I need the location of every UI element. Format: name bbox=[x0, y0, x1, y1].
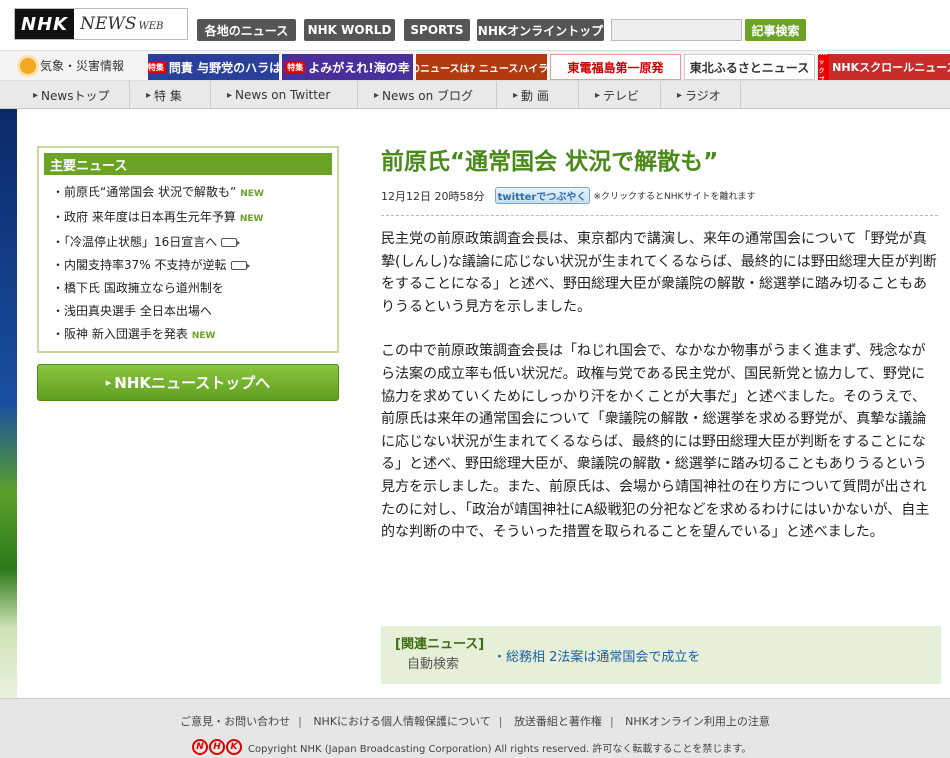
article-date: 12月12日 20時58分 bbox=[381, 189, 485, 203]
footer-link-privacy[interactable]: NHKにおける個人情報保護について bbox=[313, 715, 490, 728]
subnav-news-top[interactable]: Newsトップ bbox=[17, 81, 130, 109]
subnav-news-on-blog[interactable]: News on ブログ bbox=[358, 81, 497, 109]
banner-label: NHKスクロールニュース bbox=[832, 61, 950, 74]
banner-sea-revival[interactable]: 特集 よみがえれ!海の幸 bbox=[282, 54, 413, 80]
banner-censure[interactable]: 特集 問責 与野党のハラは bbox=[148, 54, 279, 80]
nav-nhk-world[interactable]: NHK WORLD bbox=[304, 19, 395, 41]
news-link[interactable]: 政府 来年度は日本再生元年予算 bbox=[64, 210, 236, 224]
banner-label: 問責 与野党のハラは bbox=[168, 60, 279, 75]
list-item[interactable]: 橋下氏 国政擁立なら道州制を bbox=[52, 277, 332, 300]
sun-icon bbox=[20, 57, 36, 74]
top-header: NHK NEWS WEB 各地のニュース NHK WORLD SPORTS NH… bbox=[0, 0, 950, 50]
banner-label: 今年のニュースは? ニュースハイライト2011 bbox=[416, 63, 547, 75]
footer-links: ご意見・お問い合わせ | NHKにおける個人情報保護について | 放送番組と著作権 |… bbox=[180, 715, 770, 728]
footer-link-contact[interactable]: ご意見・お問い合わせ bbox=[180, 715, 290, 728]
decorative-side-strip bbox=[0, 109, 17, 699]
main-news-box: 主要ニュース 前原氏“通常国会 状況で解散も” NEW 政府 来年度は日本再生元年… bbox=[37, 146, 339, 353]
footer-link-terms[interactable]: NHKオンライン利用上の注意 bbox=[625, 715, 770, 728]
weather-disaster-link[interactable]: 気象・災害情報 bbox=[20, 57, 124, 74]
banner-tohoku-news[interactable]: 東北ふるさとニュース bbox=[684, 54, 815, 80]
search-button[interactable]: 記事検索 bbox=[745, 19, 806, 41]
new-badge: NEW bbox=[191, 331, 216, 341]
related-news-link[interactable]: ・総務相 2法案は通常国会で成立を bbox=[493, 646, 700, 665]
twitter-share-button[interactable]: twitterでつぶやく bbox=[494, 187, 590, 204]
new-badge: NEW bbox=[239, 214, 264, 224]
news-link[interactable]: 「冷温停止状態」16日宣言へ bbox=[64, 235, 217, 249]
nav-sports[interactable]: SPORTS bbox=[404, 19, 470, 41]
list-item[interactable]: 政府 来年度は日本再生元年予算NEW bbox=[52, 206, 332, 231]
subnav-tv[interactable]: テレビ bbox=[579, 81, 661, 109]
list-item[interactable]: 「冷温停止状態」16日宣言へ bbox=[52, 231, 332, 254]
video-icon bbox=[221, 238, 241, 247]
subnav-news-on-twitter[interactable]: News on Twitter bbox=[211, 81, 358, 109]
video-icon bbox=[230, 261, 250, 270]
main-news-title: 主要ニュース bbox=[44, 153, 332, 175]
list-item[interactable]: 浅田真央選手 全日本出場へ bbox=[52, 300, 332, 323]
main-news-list: 前原氏“通常国会 状況で解散も”NEW 政府 来年度は日本再生元年予算NEW 「… bbox=[44, 181, 332, 348]
logo-nhk: NHK bbox=[15, 9, 75, 39]
subnav-video[interactable]: 動 画 bbox=[497, 81, 579, 109]
list-item[interactable]: 阪神 新入団選手を発表NEW bbox=[52, 323, 332, 348]
article-paragraph: この中で前原政策調査会長は「ねじれ国会で、なかなか物事がうまく進まず、残念ながら… bbox=[381, 343, 930, 541]
new-badge: NEW bbox=[240, 189, 264, 199]
twitter-note: ※クリックするとNHKサイトを離れます bbox=[593, 192, 756, 202]
nav-nhk-online-top[interactable]: NHKオンライントップ bbox=[477, 19, 604, 41]
banner-scroll-news[interactable]: NHKネットクラブ NHKスクロールニュース bbox=[818, 54, 950, 80]
article-body: 民主党の前原政策調査会長は、東京都内で講演し、来年の通常国会について「野党が真摯… bbox=[381, 228, 938, 544]
news-link[interactable]: 前原氏“通常国会 状況で解散も” bbox=[64, 185, 236, 199]
list-item[interactable]: 前原氏“通常国会 状況で解散も” NEW bbox=[52, 181, 332, 206]
button-label: NHKニューストップへ bbox=[114, 374, 271, 392]
banner-label: よみがえれ!海の幸 bbox=[308, 60, 410, 75]
logo-web-text: WEB bbox=[138, 20, 164, 32]
related-label: [関連ニュース] bbox=[395, 637, 485, 652]
chevron-right-icon: ▸ bbox=[105, 376, 112, 389]
article-title: 前原氏“通常国会 状況で解散も” bbox=[381, 149, 719, 175]
search-input[interactable] bbox=[611, 19, 742, 41]
related-news-box: [関連ニュース] 自動検索 ・総務相 2法案は通常国会で成立を bbox=[381, 626, 941, 684]
weather-label: 気象・災害情報 bbox=[40, 59, 125, 73]
banner-row: 気象・災害情報 特集 問責 与野党のハラは 特集 よみがえれ!海の幸 募集 今年… bbox=[0, 50, 950, 81]
banner-news-highlight[interactable]: 募集 今年のニュースは? ニュースハイライト2011 bbox=[416, 54, 547, 80]
list-item[interactable]: 内閣支持率37% 不支持が逆転 bbox=[52, 254, 332, 277]
nhk-newsweb-logo[interactable]: NHK NEWS WEB bbox=[14, 8, 188, 40]
divider bbox=[381, 215, 938, 216]
news-link[interactable]: 橋下氏 国政擁立なら道州制を bbox=[64, 281, 224, 295]
banner-fukushima[interactable]: 東電福島第一原発 bbox=[550, 54, 681, 80]
footer-copyright: N H K Copyright NHK (Japan Broadcasting … bbox=[192, 739, 751, 755]
banner-tag: 特集 bbox=[148, 61, 166, 73]
banner-tag: 特集 bbox=[285, 61, 306, 73]
nav-local-news[interactable]: 各地のニュース bbox=[197, 19, 296, 41]
article-meta: 12月12日 20時58分 twitterでつぶやく ※クリックするとNHKサイ… bbox=[381, 187, 755, 204]
page-footer: ご意見・お問い合わせ | NHKにおける個人情報保護について | 放送番組と著作権 |… bbox=[0, 698, 950, 758]
news-link[interactable]: 内閣支持率37% 不支持が逆転 bbox=[64, 258, 227, 272]
related-sublabel: 自動検索 bbox=[407, 657, 460, 672]
banner-tag: NHKネットクラブ bbox=[818, 54, 830, 80]
subnav-features[interactable]: 特 集 bbox=[130, 81, 211, 109]
copyright-text: Copyright NHK (Japan Broadcasting Corpor… bbox=[248, 743, 752, 755]
subnav-radio[interactable]: ラジオ bbox=[661, 81, 741, 109]
footer-link-copyright[interactable]: 放送番組と著作権 bbox=[514, 715, 602, 728]
news-link[interactable]: 阪神 新入団選手を発表 bbox=[64, 327, 188, 341]
nhk-news-top-button[interactable]: ▸ NHKニューストップへ bbox=[37, 364, 339, 401]
logo-news-text: NEWS bbox=[80, 14, 137, 34]
article-paragraph: 民主党の前原政策調査会長は、東京都内で講演し、来年の通常国会について「野党が真摯… bbox=[381, 231, 937, 315]
sub-navigation: Newsトップ 特 集 News on Twitter News on ブログ … bbox=[0, 81, 950, 109]
news-link[interactable]: 浅田真央選手 全日本出場へ bbox=[64, 304, 212, 318]
nhk-logo-icon: N H K bbox=[192, 739, 242, 755]
logo-newsweb: NEWS WEB bbox=[74, 9, 163, 39]
